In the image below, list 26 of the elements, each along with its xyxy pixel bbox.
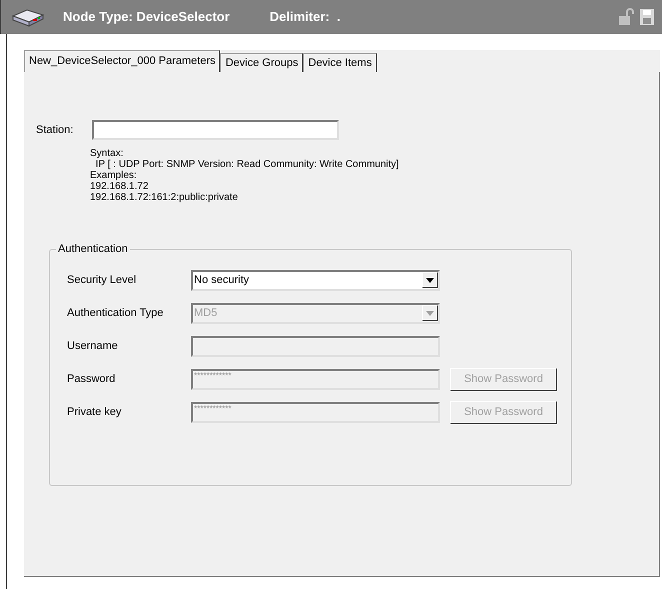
field-label: Authentication Type [67,306,164,321]
help-text: 192.168.1.72:161:2:public:private [90,192,239,203]
dropdown[interactable]: No security [191,270,440,290]
dropdown-value: No security [194,272,250,288]
tab[interactable]: Device Groups [220,53,304,72]
field-label: Password [67,372,116,387]
delimiter-label: Delimiter: . [270,8,340,26]
node-type-title: Node Type: DeviceSelector [63,8,230,26]
station-field[interactable] [92,120,339,140]
help-text: Syntax: [90,148,124,159]
caret-icon [426,310,434,316]
help-text: IP [ : UDP Port: SNMP Version: Read Community: Write Community] [94,159,400,170]
field-label: Private key [67,404,122,420]
field-label: Security Level [67,272,138,288]
dropdown-value: MD5 [194,306,218,321]
station-label: Station: [36,122,74,138]
padlock-icon[interactable] [618,8,634,26]
help-text: Examples: [90,170,138,181]
tab[interactable]: New_DeviceSelector_000 Parameters [24,50,220,72]
help-text: 192.168.1.72 [90,181,150,192]
drive-icon [11,7,45,27]
field-label: Username [67,338,119,354]
dropdown-button[interactable] [422,272,438,288]
save-icon[interactable] [640,9,654,25]
caret-icon [426,278,434,282]
tab[interactable]: Device Items [303,53,377,72]
